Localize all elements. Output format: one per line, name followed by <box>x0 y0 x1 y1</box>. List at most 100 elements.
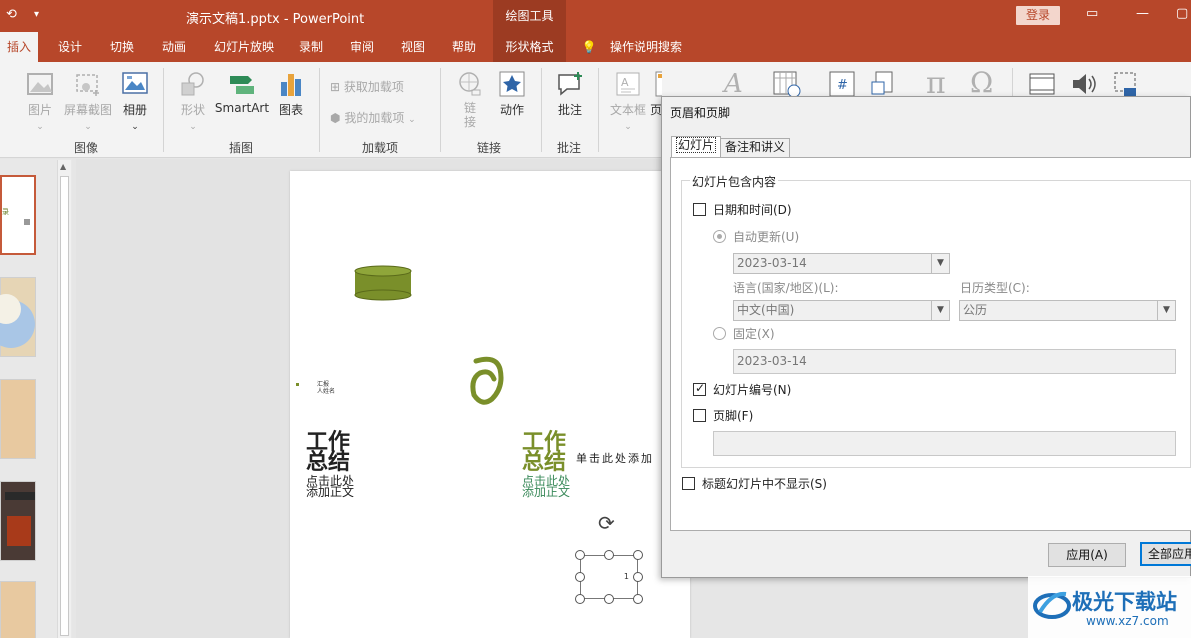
title-green-line2: 总结 <box>522 450 567 475</box>
store-icon: ⊞ <box>330 80 341 94</box>
apply-all-button[interactable]: 全部应用 <box>1140 542 1191 566</box>
slide-thumbnail[interactable]: 录 <box>0 175 36 255</box>
comment-button[interactable]: 批注 <box>552 70 588 118</box>
textbox-button[interactable]: A 文本框 ⌄ <box>606 70 650 132</box>
link-button[interactable]: 链接 <box>452 70 488 129</box>
tab-shape-format[interactable]: 形状格式 <box>493 32 566 62</box>
hide-on-title-checkbox[interactable] <box>682 477 695 490</box>
slide[interactable]: 汇报 人姓名 工作 总结 点击此处添加正文 工作 总结 点击此处添加正文 单击此… <box>290 171 690 638</box>
group-links-label: 链接 <box>477 141 502 155</box>
rotate-handle-icon[interactable]: ⟳ <box>598 511 615 535</box>
slide-thumbnail[interactable] <box>0 277 36 357</box>
pictures-button[interactable]: 图片 ⌄ <box>20 70 60 132</box>
subtitle-green[interactable]: 点击此处添加正文 <box>522 475 572 498</box>
screen-recording-icon[interactable] <box>1112 70 1140 98</box>
slide-thumbnail[interactable] <box>0 379 36 459</box>
chart-icon <box>281 74 301 96</box>
video-icon[interactable] <box>1028 70 1056 98</box>
picture-icon <box>27 73 53 95</box>
tab-slideshow[interactable]: 幻灯片放映 <box>206 32 282 62</box>
tab-view[interactable]: 视图 <box>392 32 434 62</box>
minimize-icon[interactable]: — <box>1136 6 1149 21</box>
title-green[interactable]: 工作 总结 <box>522 432 567 475</box>
scroll-up-icon[interactable]: ▲ <box>60 162 66 171</box>
tab-slides-label: 幻灯片 <box>676 137 717 153</box>
customize-qat-icon[interactable]: ▾ <box>34 9 39 20</box>
get-addins-button[interactable]: ⊞ 获取加载项 <box>330 78 404 95</box>
tab-transitions[interactable]: 切换 <box>100 32 144 62</box>
album-button[interactable]: 相册 ⌄ <box>116 70 154 132</box>
header-footer-icon <box>655 71 662 97</box>
screenshot-label: 屏幕截图 <box>63 103 112 117</box>
thumbnail-scrollbar[interactable]: ▲ <box>57 160 71 638</box>
group-illustrations-label: 插图 <box>229 141 254 155</box>
tab-review[interactable]: 审阅 <box>340 32 384 62</box>
maximize-icon[interactable]: ▢ <box>1176 6 1188 21</box>
slide-number-box[interactable]: 1 <box>580 555 638 599</box>
calendar-value: 公历 <box>963 303 988 317</box>
tab-slides[interactable]: 幻灯片 <box>671 136 722 158</box>
resize-handle[interactable] <box>633 550 643 560</box>
autosave-icon[interactable]: ⟲ <box>6 7 17 22</box>
chart-button[interactable]: 图表 <box>274 70 308 118</box>
pictures-label: 图片 <box>27 103 52 117</box>
wordart-icon[interactable]: A <box>720 68 748 98</box>
slide-number-icon[interactable]: # <box>828 70 856 98</box>
chevron-down-icon: ⌄ <box>189 122 197 132</box>
footer-input[interactable] <box>713 431 1176 456</box>
slide-thumbnail[interactable] <box>0 581 36 638</box>
group-separator <box>319 68 320 152</box>
photo-album-icon <box>122 72 148 94</box>
auto-date-select[interactable]: 2023-03-14 ▼ <box>733 253 950 274</box>
tab-insert[interactable]: 插入 <box>0 32 38 62</box>
resize-handle[interactable] <box>604 550 614 560</box>
object-icon[interactable] <box>870 70 898 98</box>
hide-on-title-label: 标题幻灯片中不显示(S) <box>702 477 827 491</box>
auto-update-radio[interactable] <box>713 230 726 243</box>
shapes-button[interactable]: 形状 ⌄ <box>174 70 212 132</box>
language-select[interactable]: 中文(中国) ▼ <box>733 300 950 321</box>
my-addins-button[interactable]: ⬢ 我的加载项 ⌄ <box>330 109 416 126</box>
resize-handle[interactable] <box>575 572 585 582</box>
calendar-select[interactable]: 公历 ▼ <box>959 300 1176 321</box>
handwritten-text[interactable]: 单击此处添加 <box>576 450 654 466</box>
group-addins-label: 加载项 <box>362 141 399 155</box>
resize-handle[interactable] <box>575 594 585 604</box>
slide-number-checkbox[interactable] <box>693 381 706 396</box>
document-title: 演示文稿1.pptx - PowerPoint <box>186 12 365 27</box>
footer-checkbox[interactable] <box>693 409 706 422</box>
tab-notes-handouts[interactable]: 备注和讲义 <box>720 138 791 157</box>
group-separator <box>440 68 441 152</box>
title-dark[interactable]: 工作 总结 <box>306 432 350 474</box>
tab-help[interactable]: 帮助 <box>442 32 486 62</box>
thumbnail-mark <box>24 219 30 225</box>
login-button[interactable]: 登录 <box>1016 6 1060 25</box>
resize-handle[interactable] <box>575 550 585 560</box>
shapes-label: 形状 <box>180 103 205 117</box>
ribbon-display-icon[interactable]: ▭ <box>1086 6 1098 21</box>
fixed-date-input[interactable]: 2023-03-14 <box>733 349 1176 374</box>
subtitle-dark[interactable]: 点击此处添加正文 <box>306 475 356 498</box>
action-button[interactable]: 动作 <box>494 70 530 118</box>
tab-record[interactable]: 录制 <box>290 32 332 62</box>
resize-handle[interactable] <box>633 594 643 604</box>
scrollbar-thumb[interactable] <box>60 176 69 636</box>
resize-handle[interactable] <box>604 594 614 604</box>
audio-icon[interactable] <box>1070 70 1098 98</box>
tab-animations[interactable]: 动画 <box>152 32 196 62</box>
tab-design[interactable]: 设计 <box>48 32 92 62</box>
apply-button[interactable]: 应用(A) <box>1048 543 1126 567</box>
cylinder-shape[interactable] <box>354 265 412 301</box>
tell-me-search[interactable]: 操作说明搜索 <box>604 32 688 62</box>
smartart-button[interactable]: SmartArt <box>214 70 270 115</box>
screenshot-icon <box>76 74 99 96</box>
resize-handle[interactable] <box>633 572 643 582</box>
screenshot-button[interactable]: 屏幕截图 ⌄ <box>62 70 114 132</box>
slide-thumbnail[interactable] <box>0 481 36 561</box>
footer-label: 页脚(F) <box>713 409 754 423</box>
symbol-icon[interactable]: Ω <box>970 66 993 99</box>
fixed-radio[interactable] <box>713 327 726 340</box>
date-time-checkbox[interactable] <box>693 203 706 216</box>
date-time-icon[interactable] <box>772 70 802 98</box>
date-time-label: 日期和时间(D) <box>713 203 792 217</box>
